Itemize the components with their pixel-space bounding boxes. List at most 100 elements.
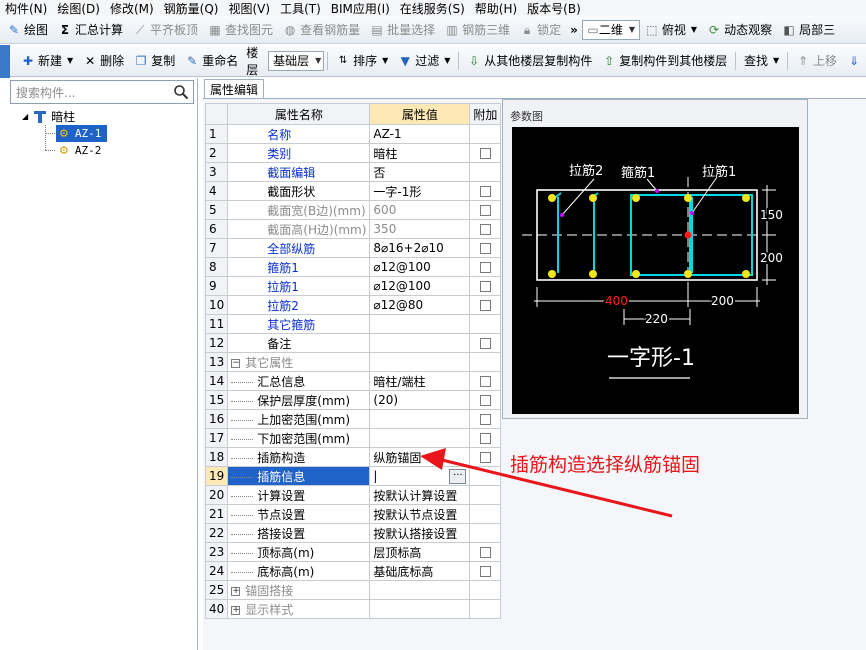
property-value[interactable]: ⌀12@100 [369, 257, 471, 277]
table-row[interactable]: 4 截面形状 一字-1形 [204, 181, 502, 201]
property-value[interactable] [369, 333, 471, 353]
batch-select-button[interactable]: ▤ 批量选择 [365, 19, 440, 41]
property-value[interactable]: 8⌀16+2⌀10 [369, 238, 471, 258]
view-rebar-qty-button[interactable]: ◍ 查看钢筋量 [278, 19, 365, 41]
extra-checkbox[interactable] [479, 205, 491, 216]
property-value[interactable] [369, 352, 471, 372]
property-value[interactable] [369, 428, 471, 448]
property-value[interactable]: 350 [369, 219, 471, 239]
sum-calc-button[interactable]: Σ 汇总计算 [53, 19, 128, 41]
delete-button[interactable]: ✕ 删除 [78, 50, 129, 72]
extra-checkbox[interactable] [479, 395, 491, 406]
local-3d-button[interactable]: ◧ 局部三 [777, 19, 840, 41]
copy-from-floor-button[interactable]: ⇩ 从其他楼层复制构件 [462, 50, 597, 72]
extra-checkbox[interactable] [479, 243, 491, 254]
table-row[interactable]: 19 插筋信息 | ··· [204, 466, 502, 486]
extra-checkbox[interactable] [479, 376, 491, 387]
table-row[interactable]: 6 截面高(H边)(mm) 350 [204, 219, 502, 239]
property-value[interactable] [369, 580, 471, 600]
extra-checkbox[interactable] [479, 414, 491, 425]
table-row[interactable]: 17 下加密范围(mm) [204, 428, 502, 448]
extra-checkbox[interactable] [479, 566, 491, 577]
menu-item[interactable]: 工具(T) [275, 0, 326, 16]
table-row[interactable]: 8 箍筋1 ⌀12@100 [204, 257, 502, 277]
table-row[interactable]: 16 上加密范围(mm) [204, 409, 502, 429]
draw-button[interactable]: ✎ 绘图 [2, 19, 53, 41]
extra-checkbox[interactable] [479, 452, 491, 463]
property-value[interactable] [369, 599, 471, 619]
extra-checkbox[interactable] [479, 281, 491, 292]
property-value[interactable]: ⌀12@100 [369, 276, 471, 296]
menu-item[interactable]: 视图(V) [223, 0, 275, 16]
rebar-3d-button[interactable]: ▥ 钢筋三维 [440, 19, 515, 41]
move-down-button[interactable]: ⇓ [842, 50, 866, 72]
find-element-button[interactable]: ▦ 查找图元 [203, 19, 278, 41]
property-value[interactable]: 否 [369, 162, 471, 182]
property-value[interactable]: 按默认计算设置 [369, 485, 471, 505]
tree-item-az2[interactable]: ⚙ AZ-2 [56, 142, 101, 159]
top-view-button[interactable]: ⬚ 俯视 ▼ [640, 19, 702, 41]
menu-item[interactable]: 构件(N) [0, 0, 52, 16]
align-top-button[interactable]: ⟋ 平齐板顶 [128, 19, 203, 41]
property-value[interactable]: ⌀12@80 [369, 295, 471, 315]
table-row[interactable]: 40 + 显示样式 [204, 599, 502, 619]
menu-item[interactable]: 在线服务(S) [395, 0, 470, 16]
property-value[interactable]: AZ-1 [369, 124, 471, 144]
extra-checkbox[interactable] [479, 186, 491, 197]
table-row[interactable]: 2 类别 暗柱 [204, 143, 502, 163]
extra-checkbox[interactable] [479, 547, 491, 558]
table-row[interactable]: 7 全部纵筋 8⌀16+2⌀10 [204, 238, 502, 258]
ellipsis-button[interactable]: ··· [449, 468, 467, 484]
expand-icon[interactable]: + [231, 605, 241, 615]
table-row[interactable]: 11 其它箍筋 [204, 314, 502, 334]
table-row[interactable]: 5 截面宽(B边)(mm) 600 [204, 200, 502, 220]
tree-item-az1[interactable]: ⚙ AZ-1 [56, 125, 108, 142]
lock-button[interactable]: 🔒︎ 锁定 [515, 19, 566, 41]
table-row[interactable]: 24 底标高(m) 基础底标高 [204, 561, 502, 581]
property-value[interactable]: 层顶标高 [369, 542, 471, 562]
table-row[interactable]: 12 备注 [204, 333, 502, 353]
property-value[interactable]: 一字-1形 [369, 181, 471, 201]
property-value[interactable] [369, 314, 471, 334]
property-value[interactable] [369, 409, 471, 429]
table-row[interactable]: 21 节点设置 按默认节点设置 [204, 504, 502, 524]
menu-item[interactable]: 绘图(D) [52, 0, 105, 16]
find-button[interactable]: 查找 ▼ [739, 50, 784, 72]
table-row[interactable]: 9 拉筋1 ⌀12@100 [204, 276, 502, 296]
property-value[interactable]: 暗柱 [369, 143, 471, 163]
collapse-triangle-icon[interactable]: ◢ [22, 112, 28, 121]
copy-to-floor-button[interactable]: ⇧ 复制构件到其他楼层 [597, 50, 732, 72]
expand-icon[interactable]: + [231, 586, 241, 596]
table-row[interactable]: 1 名称 AZ-1 [204, 124, 502, 144]
table-row[interactable]: 3 截面编辑 否 [204, 162, 502, 182]
search-icon[interactable] [173, 84, 189, 100]
floor-select[interactable]: 基础层 ▼ [268, 50, 325, 71]
property-value[interactable]: 暗柱/端柱 [369, 371, 471, 391]
menu-item[interactable]: BIM应用(I) [326, 0, 395, 16]
property-value[interactable]: 纵筋锚固 [369, 447, 471, 467]
extra-checkbox[interactable] [479, 433, 491, 444]
dynamic-observe-button[interactable]: ⟳ 动态观察 [702, 19, 777, 41]
table-row[interactable]: 10 拉筋2 ⌀12@80 [204, 295, 502, 315]
filter-button[interactable]: ▼ 过滤 ▼ [393, 50, 455, 72]
property-value[interactable]: 600 [369, 200, 471, 220]
table-row[interactable]: 13− 其它属性 [204, 352, 502, 372]
tree-node-root[interactable]: ◢ 暗柱 [22, 108, 75, 125]
property-value[interactable]: 基础底标高 [369, 561, 471, 581]
view-mode-select[interactable]: ▭ 二维 ▼ [581, 19, 640, 40]
extra-checkbox[interactable] [479, 224, 491, 235]
property-value-input[interactable]: | ··· [373, 468, 467, 485]
menu-item[interactable]: 版本号(B) [522, 0, 586, 16]
property-value[interactable]: | ··· [369, 466, 471, 486]
table-row[interactable]: 23 顶标高(m) 层顶标高 [204, 542, 502, 562]
search-input[interactable]: 搜索构件... [10, 80, 194, 104]
copy-button[interactable]: ❐ 复制 [129, 50, 180, 72]
table-row[interactable]: 15 保护层厚度(mm) (20) [204, 390, 502, 410]
menu-item[interactable]: 帮助(H) [470, 0, 522, 16]
property-value[interactable]: 按默认节点设置 [369, 504, 471, 524]
tab-property-edit[interactable]: 属性编辑 [204, 79, 264, 98]
property-value[interactable]: (20) [369, 390, 471, 410]
rename-button[interactable]: ✎ 重命名 [180, 50, 243, 72]
toolbar-overflow-button[interactable]: » [566, 19, 582, 41]
move-up-button[interactable]: ⇑ 上移 [791, 50, 842, 72]
